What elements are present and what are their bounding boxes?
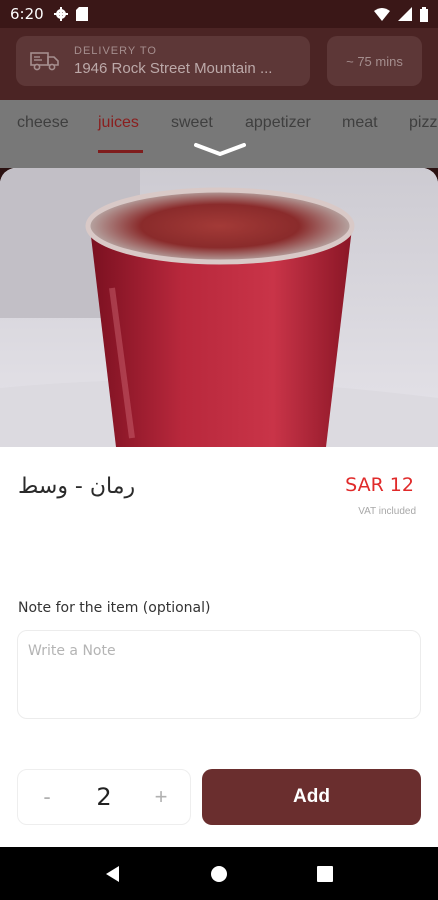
sim-card-icon (75, 7, 88, 21)
app-header: DELIVERY TO 1946 Rock Street Mountain ..… (0, 28, 438, 100)
home-circle-icon (211, 865, 227, 882)
tab-juices[interactable]: juices (98, 114, 139, 132)
delivery-address-card[interactable]: DELIVERY TO 1946 Rock Street Mountain ..… (16, 36, 310, 86)
status-bar: 6:20 (0, 0, 438, 28)
tab-sweet[interactable]: sweet (171, 114, 213, 132)
delivery-address: 1946 Rock Street Mountain ... (74, 60, 273, 77)
battery-icon (420, 6, 428, 22)
product-name: رمان - وسط (18, 474, 136, 499)
quantity-stepper: - 2 + (17, 769, 191, 825)
wifi-icon (374, 7, 390, 21)
gear-icon (53, 7, 68, 21)
active-tab-indicator (98, 150, 143, 153)
tab-appetizer[interactable]: appetizer (245, 114, 311, 132)
eta-text: ~ 75 mins (346, 53, 403, 69)
system-nav-bar (0, 847, 438, 900)
status-time: 6:20 (10, 5, 44, 23)
home-button[interactable] (204, 859, 234, 889)
tab-meat[interactable]: meat (342, 114, 378, 132)
delivery-label: DELIVERY TO (74, 45, 157, 57)
eta-badge: ~ 75 mins (327, 36, 422, 86)
product-price: SAR 12 (345, 474, 414, 496)
delivery-truck-icon (30, 52, 59, 71)
tab-cheese[interactable]: cheese (17, 114, 69, 132)
quantity-value: 2 (96, 783, 112, 811)
recents-button[interactable] (310, 859, 340, 889)
add-button-label: Add (293, 786, 330, 807)
product-sheet: رمان - وسط SAR 12 VAT included Note for … (0, 168, 438, 847)
signal-icon (398, 7, 412, 21)
add-button[interactable]: Add (202, 769, 421, 825)
note-field[interactable] (17, 630, 421, 719)
decrease-quantity-button[interactable]: - (18, 770, 76, 824)
product-image (0, 168, 438, 447)
back-triangle-icon (106, 865, 119, 882)
back-button[interactable] (98, 859, 128, 889)
increase-quantity-button[interactable]: + (132, 770, 190, 824)
vat-note: VAT included (358, 506, 416, 517)
recents-square-icon (317, 865, 333, 882)
note-label: Note for the item (optional) (18, 600, 211, 616)
chevron-down-icon[interactable] (194, 142, 246, 158)
tab-pizza[interactable]: pizza (409, 114, 438, 132)
